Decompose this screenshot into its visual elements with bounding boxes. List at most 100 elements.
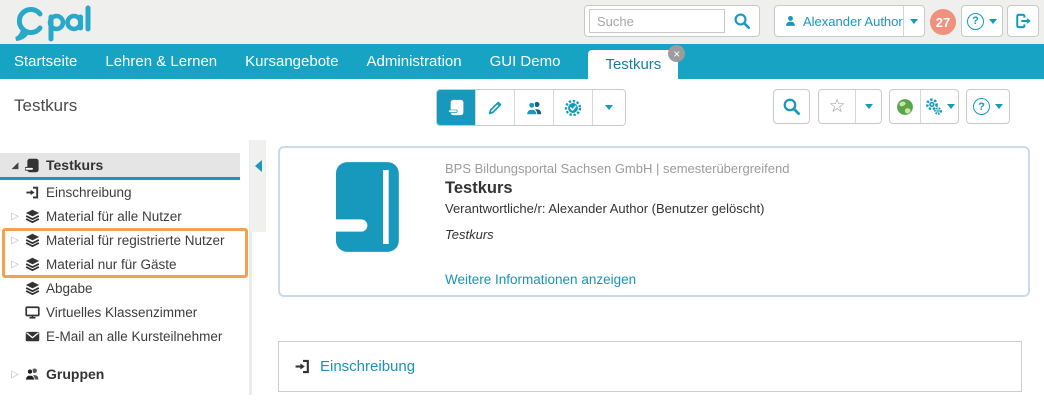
- language-button[interactable]: [890, 90, 922, 123]
- enrollment-box: Einschreibung: [278, 341, 1022, 392]
- notification-count-badge[interactable]: 27: [930, 9, 956, 35]
- more-info-link[interactable]: Weitere Informationen anzeigen: [445, 272, 636, 287]
- tools-dropdown[interactable]: [921, 90, 958, 123]
- user-name: Alexander Author: [802, 13, 903, 29]
- person-icon: [786, 15, 795, 26]
- chevron-down-icon: [909, 18, 918, 24]
- tree-collapsed-icon[interactable]: ▷: [11, 259, 19, 270]
- certificate-icon: [564, 99, 582, 116]
- globe-icon: [897, 98, 913, 115]
- tree-item-label: Material für registrierte Nutzer: [46, 232, 225, 248]
- tree-expanded-icon[interactable]: ◢: [12, 160, 19, 171]
- members-button[interactable]: [515, 90, 554, 125]
- enter-icon: [295, 359, 309, 374]
- course-title: Testkurs: [445, 179, 513, 197]
- main-nav-bar: Startseite Lehren & Lernen Kursangebote …: [0, 44, 1044, 79]
- nav-tab-gui-demo[interactable]: GUI Demo: [490, 53, 561, 70]
- book-icon: [324, 162, 399, 252]
- caret-down-icon: [864, 104, 873, 109]
- book-icon: [24, 158, 39, 172]
- active-tab-label: Testkurs: [605, 56, 662, 73]
- course-description: Testkurs: [445, 227, 494, 242]
- sidebar-item-material-alle-nutzer[interactable]: ▷ Material für alle Nutzer: [0, 204, 250, 228]
- nav-tab-lehren-lernen[interactable]: Lehren & Lernen: [105, 53, 217, 70]
- envelope-icon: [25, 331, 39, 341]
- sidebar-item-material-registrierte-nutzer[interactable]: ▷ Material für registrierte Nutzer: [0, 228, 250, 252]
- opal-logo: [15, 5, 91, 42]
- gears-icon: [925, 98, 942, 115]
- assessment-button[interactable]: [554, 90, 593, 125]
- logout-button[interactable]: [1007, 5, 1039, 37]
- magnifier-icon: [783, 98, 800, 115]
- page-title: Testkurs: [14, 96, 78, 115]
- view-more-dropdown[interactable]: [593, 90, 625, 125]
- layers-icon: [25, 257, 39, 271]
- global-search: [584, 5, 760, 37]
- opal-app-window: Alexander Author 27 ? Startseite Lehren …: [0, 0, 1044, 410]
- course-help-button[interactable]: ?: [966, 89, 1010, 124]
- question-icon: ?: [967, 12, 984, 30]
- nav-tab-administration[interactable]: Administration: [367, 53, 462, 70]
- settings-group: [889, 89, 959, 124]
- enter-icon: [25, 186, 38, 198]
- tree-item-label: Abgabe: [46, 280, 93, 296]
- course-info-text: BPS Bildungsportal Sachsen GmbH | semest…: [445, 161, 789, 242]
- sidebar-item-virtuelles-klassenzimmer[interactable]: Virtuelles Klassenzimmer: [0, 300, 250, 324]
- nav-tab-testkurs-active[interactable]: Testkurs ×: [588, 45, 686, 79]
- user-menu-button[interactable]: Alexander Author: [774, 5, 925, 37]
- tree-item-label: Einschreibung: [46, 184, 132, 200]
- tree-item-label: Gruppen: [46, 366, 105, 382]
- chevron-down-icon: [989, 18, 997, 24]
- collapse-sidebar-icon[interactable]: [254, 160, 262, 172]
- course-responsible: Verantwortliche/r: Alexander Author (Ben…: [445, 201, 765, 216]
- course-view-toolbar: [436, 89, 626, 126]
- help-menu-button[interactable]: ?: [961, 5, 1003, 37]
- course-meta: BPS Bildungsportal Sachsen GmbH | semest…: [445, 161, 790, 176]
- course-info-card: BPS Bildungsportal Sachsen GmbH | semest…: [278, 146, 1030, 297]
- course-search-button[interactable]: [773, 89, 810, 124]
- enrollment-link[interactable]: Einschreibung: [320, 358, 415, 375]
- layers-icon: [25, 281, 39, 295]
- members-icon: [526, 101, 542, 115]
- sidebar-item-testkurs[interactable]: ◢ Testkurs: [0, 153, 240, 180]
- exit-icon: [1016, 13, 1031, 29]
- tree-item-label: Testkurs: [46, 157, 104, 173]
- close-icon[interactable]: ×: [668, 45, 686, 62]
- sidebar-item-einschreibung[interactable]: Einschreibung: [0, 180, 250, 204]
- nav-tab-kursangebote[interactable]: Kursangebote: [245, 53, 338, 70]
- caret-down-icon: [605, 105, 613, 110]
- tree-item-label: Material nur für Gäste: [46, 256, 177, 272]
- layers-icon: [25, 233, 39, 247]
- sidebar-item-abgabe[interactable]: Abgabe: [0, 276, 250, 300]
- nav-tab-startseite[interactable]: Startseite: [14, 53, 77, 70]
- favorite-dropdown[interactable]: [856, 90, 881, 123]
- chevron-down-icon: [995, 104, 1003, 109]
- tree-collapsed-icon[interactable]: ▷: [11, 211, 19, 222]
- sidebar-item-gruppen[interactable]: ▷ Gruppen: [0, 362, 250, 386]
- group-icon: [25, 368, 39, 381]
- search-input[interactable]: [589, 9, 725, 33]
- monitor-icon: [24, 305, 40, 319]
- favorite-group: ☆: [818, 89, 882, 124]
- book-icon: [447, 99, 463, 116]
- magnifier-icon: [734, 13, 751, 30]
- panel-divider-handle-bar: [250, 140, 266, 232]
- favorite-button[interactable]: ☆: [819, 90, 857, 123]
- edit-course-button[interactable]: [476, 90, 515, 125]
- pencil-icon: [488, 101, 502, 114]
- tree-collapsed-icon[interactable]: ▷: [11, 235, 19, 246]
- tree-collapsed-icon[interactable]: ▷: [11, 369, 19, 380]
- caret-down-icon: [946, 104, 955, 109]
- question-icon: ?: [973, 98, 990, 115]
- user-dropdown-toggle[interactable]: [902, 6, 924, 36]
- tree-item-label: Material für alle Nutzer: [46, 208, 182, 224]
- star-icon: ☆: [828, 96, 846, 117]
- sidebar-item-material-nur-gaeste[interactable]: ▷ Material nur für Gäste: [0, 252, 250, 276]
- sidebar-item-email-kursteilnehmer[interactable]: E-Mail an alle Kursteilnehmer: [0, 324, 250, 348]
- tree-item-label: E-Mail an alle Kursteilnehmer: [46, 328, 223, 344]
- tree-item-label: Virtuelles Klassenzimmer: [46, 304, 198, 320]
- layers-icon: [25, 209, 39, 223]
- course-view-button[interactable]: [437, 90, 476, 125]
- search-button[interactable]: [725, 6, 759, 36]
- top-header: Alexander Author 27 ?: [0, 0, 1044, 44]
